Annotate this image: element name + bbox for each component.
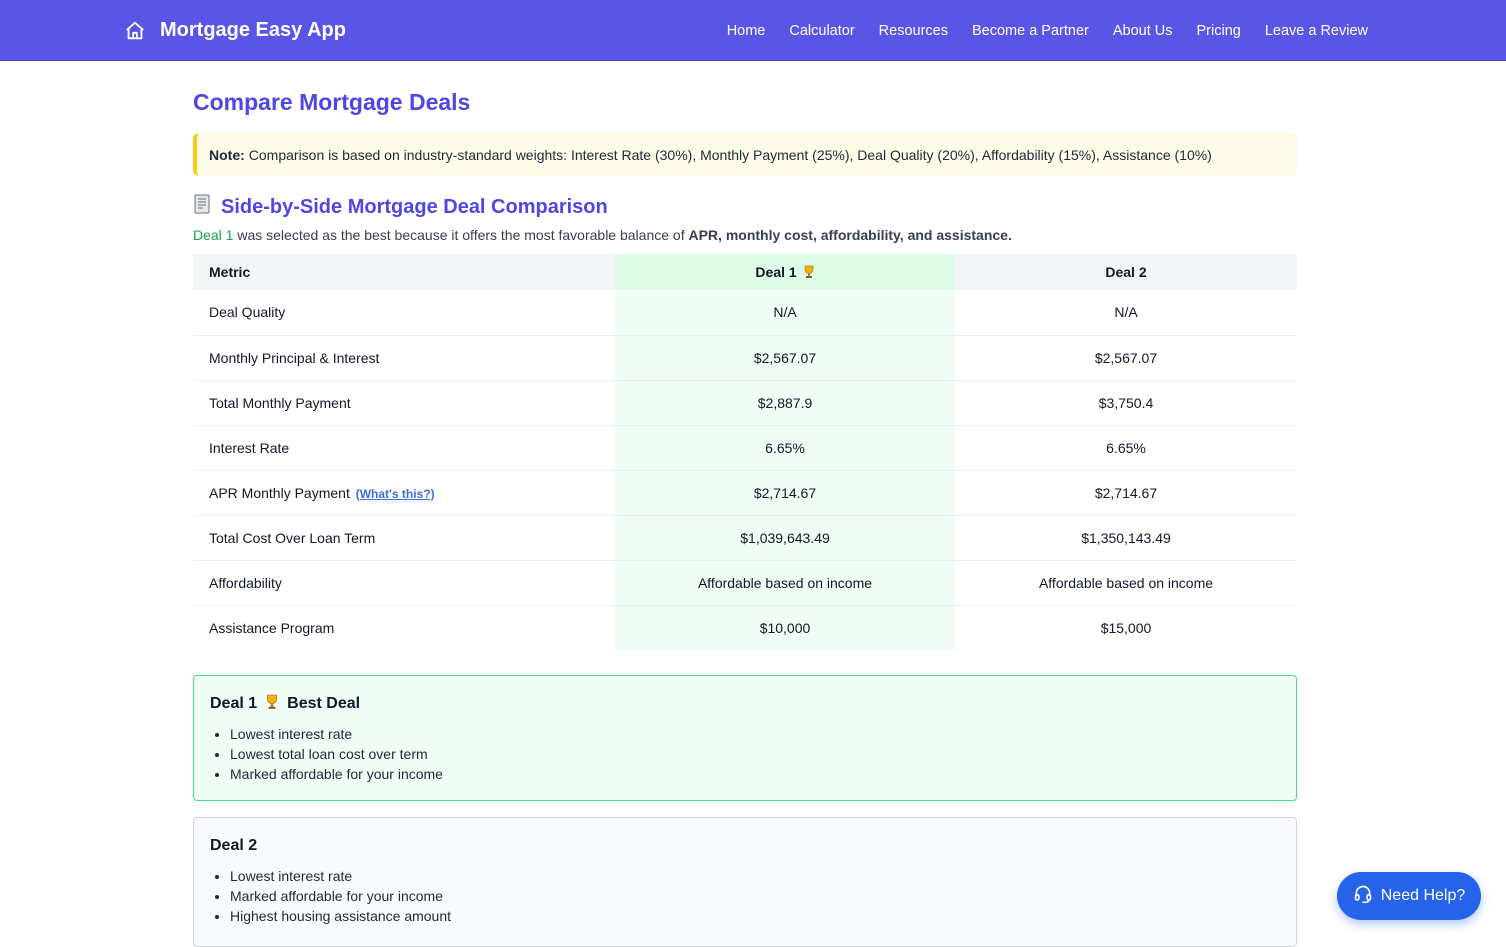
deal-2-cell: $1,350,143.49: [955, 515, 1297, 561]
note-label: Note:: [209, 146, 245, 163]
deal-1-cell: $2,714.67: [615, 470, 955, 516]
deal-2-cell: N/A: [955, 290, 1297, 336]
deal-2-card-title: Deal 2: [210, 836, 1280, 856]
metric-cell: Interest Rate: [193, 425, 615, 471]
comparison-table: Metric Deal 1 Deal 2 Deal Quality N/A N/…: [193, 254, 1297, 650]
top-navbar: Mortgage Easy App Home Calculator Resour…: [0, 0, 1506, 61]
apr-help-link[interactable]: (What's this?): [356, 487, 435, 501]
brand[interactable]: Mortgage Easy App: [124, 0, 346, 61]
nav-resources[interactable]: Resources: [879, 23, 948, 39]
need-help-label: Need Help?: [1380, 887, 1466, 904]
headset-icon: [1353, 884, 1373, 909]
metric-cell: Total Cost Over Loan Term: [193, 515, 615, 561]
nav-leave-review[interactable]: Leave a Review: [1265, 23, 1368, 39]
nav-become-partner[interactable]: Become a Partner: [972, 23, 1089, 39]
table-row: Interest Rate 6.65% 6.65%: [193, 425, 1297, 471]
list-item: Lowest total loan cost over term: [230, 744, 1280, 764]
deal-2-card-name: Deal 2: [210, 837, 258, 854]
main-content: Compare Mortgage Deals Note: Comparison …: [193, 61, 1297, 947]
need-help-button[interactable]: Need Help?: [1337, 872, 1481, 920]
header-deal-2: Deal 2: [955, 254, 1297, 290]
deal-1-cell: $10,000: [615, 605, 955, 650]
summary-emphasis: APR, monthly cost, affordability, and as…: [688, 227, 1012, 243]
table-header-row: Metric Deal 1 Deal 2: [193, 254, 1297, 290]
deal-1-cell: $2,567.07: [615, 335, 955, 381]
comparison-heading: Side-by-Side Mortgage Deal Comparison: [193, 194, 1297, 220]
metric-cell: Assistance Program: [209, 619, 335, 636]
metric-cell: Affordability: [193, 560, 615, 606]
best-deal-summary: Deal 1 was selected as the best because …: [193, 226, 1297, 244]
weights-note: Note: Comparison is based on industry-st…: [193, 133, 1297, 176]
deal-2-card: Deal 2 Lowest interest rate Marked affor…: [193, 817, 1297, 947]
deal-1-cell: N/A: [615, 290, 955, 336]
list-item: Highest housing assistance amount: [230, 906, 1280, 926]
deal-2-cell: $2,567.07: [955, 335, 1297, 381]
nav-home[interactable]: Home: [727, 23, 766, 39]
comparison-title: Side-by-Side Mortgage Deal Comparison: [221, 195, 608, 218]
table-row: Assistance Program $10,000 $15,000: [193, 605, 1297, 650]
table-row: Deal Quality N/A N/A: [193, 290, 1297, 336]
trophy-icon: [265, 694, 279, 715]
best-deal-badge: Best Deal: [287, 695, 361, 712]
deal-1-cell: $1,039,643.49: [615, 515, 955, 561]
receipt-icon: [193, 194, 211, 220]
summary-text: was selected as the best because it offe…: [233, 227, 689, 243]
metric-cell: Total Monthly Payment: [193, 380, 615, 426]
deal-1-card-title: Deal 1 Best Deal: [210, 694, 1280, 714]
list-item: Lowest interest rate: [230, 724, 1280, 744]
deal-1-card: Deal 1 Best Deal Lowest interest rate Lo…: [193, 675, 1297, 801]
note-text: Comparison is based on industry-standard…: [248, 146, 1212, 163]
table-row: APR Monthly Payment (What's this?) $2,71…: [193, 470, 1297, 516]
table-row: Total Cost Over Loan Term $1,039,643.49 …: [193, 515, 1297, 561]
deal-1-cell: $2,887.9: [615, 380, 955, 426]
table-row: Affordability Affordable based on income…: [193, 560, 1297, 606]
table-row: Monthly Principal & Interest $2,567.07 $…: [193, 335, 1297, 381]
list-item: Marked affordable for your income: [230, 764, 1280, 784]
deal-1-card-name: Deal 1: [210, 695, 258, 712]
table-row: Total Monthly Payment $2,887.9 $3,750.4: [193, 380, 1297, 426]
home-icon: [124, 20, 146, 42]
header-deal-1: Deal 1: [615, 254, 955, 290]
nav-links: Home Calculator Resources Become a Partn…: [727, 0, 1368, 61]
deal-2-cell: $15,000: [1100, 619, 1152, 636]
metric-cell: Monthly Principal & Interest: [193, 335, 615, 381]
metric-label: APR Monthly Payment: [209, 484, 350, 501]
summary-deal: Deal 1: [193, 227, 234, 243]
header-deal-1-label: Deal 1: [755, 264, 797, 280]
header-metric: Metric: [193, 254, 615, 290]
deal-2-cell: $2,714.67: [955, 470, 1297, 516]
brand-name: Mortgage Easy App: [160, 19, 346, 41]
metric-cell: APR Monthly Payment (What's this?): [193, 470, 615, 516]
metric-cell: Deal Quality: [193, 290, 615, 336]
nav-pricing[interactable]: Pricing: [1197, 23, 1241, 39]
deal-1-reasons: Lowest interest rate Lowest total loan c…: [210, 724, 1280, 784]
nav-calculator[interactable]: Calculator: [789, 23, 854, 39]
deal-2-cell: 6.65%: [955, 425, 1297, 471]
deal-2-cell: $3,750.4: [955, 380, 1297, 426]
deal-2-cell: Affordable based on income: [955, 560, 1297, 606]
deal-1-cell: Affordable based on income: [615, 560, 955, 606]
deal-2-reasons: Lowest interest rate Marked affordable f…: [210, 866, 1280, 926]
list-item: Marked affordable for your income: [230, 886, 1280, 906]
deal-1-cell: 6.65%: [615, 425, 955, 471]
nav-about-us[interactable]: About Us: [1113, 23, 1173, 39]
list-item: Lowest interest rate: [230, 866, 1280, 886]
page-title: Compare Mortgage Deals: [193, 89, 471, 115]
trophy-icon: [801, 264, 815, 280]
